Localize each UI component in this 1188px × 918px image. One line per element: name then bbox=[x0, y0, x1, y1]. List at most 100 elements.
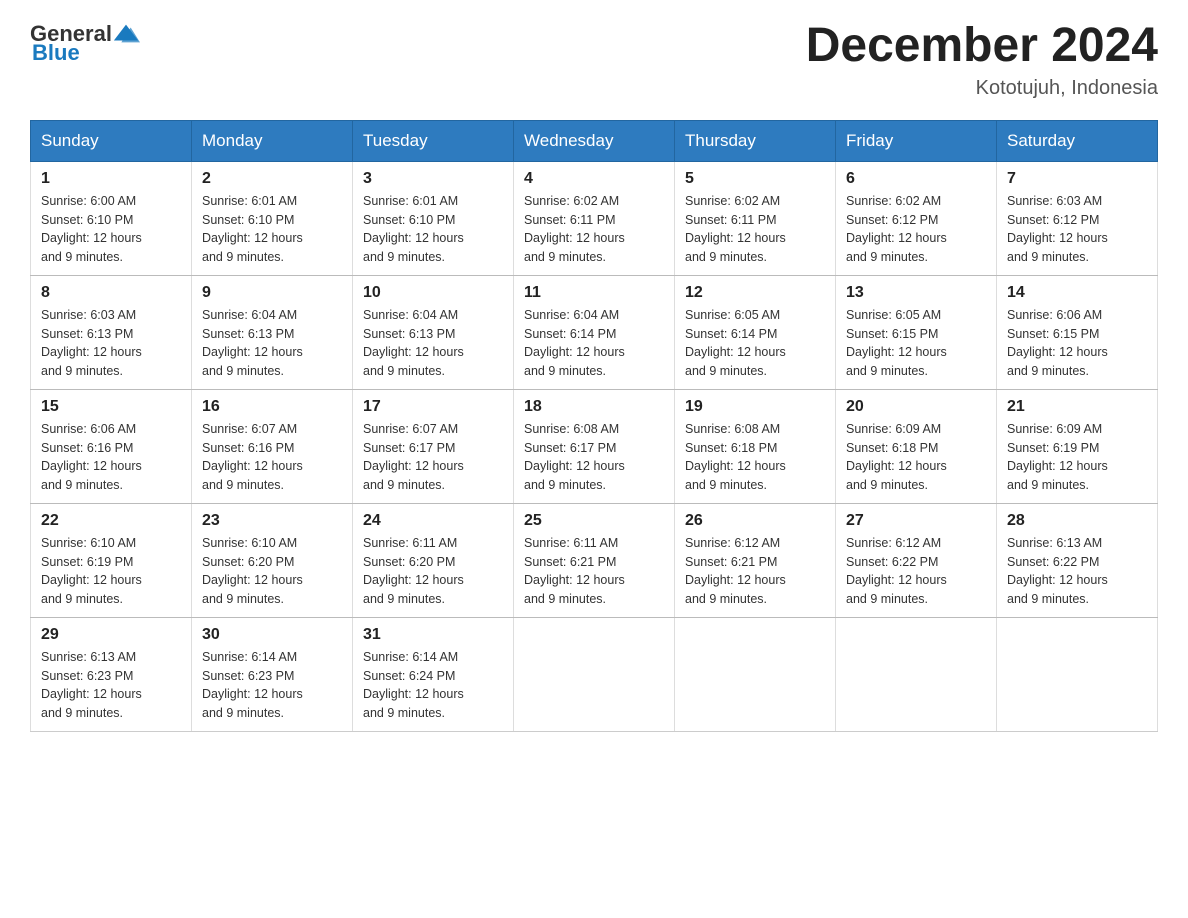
day-info: Sunrise: 6:08 AM Sunset: 6:18 PM Dayligh… bbox=[685, 420, 825, 495]
column-header-saturday: Saturday bbox=[997, 120, 1158, 161]
calendar-header-row: SundayMondayTuesdayWednesdayThursdayFrid… bbox=[31, 120, 1158, 161]
day-number: 5 bbox=[685, 170, 825, 188]
day-info: Sunrise: 6:07 AM Sunset: 6:16 PM Dayligh… bbox=[202, 420, 342, 495]
day-number: 17 bbox=[363, 398, 503, 416]
day-info: Sunrise: 6:10 AM Sunset: 6:20 PM Dayligh… bbox=[202, 534, 342, 609]
calendar-cell: 13 Sunrise: 6:05 AM Sunset: 6:15 PM Dayl… bbox=[836, 275, 997, 389]
day-number: 26 bbox=[685, 512, 825, 530]
day-info: Sunrise: 6:04 AM Sunset: 6:13 PM Dayligh… bbox=[202, 306, 342, 381]
calendar-cell: 23 Sunrise: 6:10 AM Sunset: 6:20 PM Dayl… bbox=[192, 503, 353, 617]
day-number: 30 bbox=[202, 626, 342, 644]
calendar-cell: 12 Sunrise: 6:05 AM Sunset: 6:14 PM Dayl… bbox=[675, 275, 836, 389]
day-number: 14 bbox=[1007, 284, 1147, 302]
day-info: Sunrise: 6:09 AM Sunset: 6:19 PM Dayligh… bbox=[1007, 420, 1147, 495]
day-number: 16 bbox=[202, 398, 342, 416]
day-number: 3 bbox=[363, 170, 503, 188]
calendar-table: SundayMondayTuesdayWednesdayThursdayFrid… bbox=[30, 120, 1158, 732]
title-section: December 2024 Kototujuh, Indonesia bbox=[806, 20, 1158, 100]
day-info: Sunrise: 6:09 AM Sunset: 6:18 PM Dayligh… bbox=[846, 420, 986, 495]
day-info: Sunrise: 6:13 AM Sunset: 6:22 PM Dayligh… bbox=[1007, 534, 1147, 609]
day-info: Sunrise: 6:03 AM Sunset: 6:13 PM Dayligh… bbox=[41, 306, 181, 381]
logo: General Blue bbox=[30, 20, 140, 66]
calendar-cell: 18 Sunrise: 6:08 AM Sunset: 6:17 PM Dayl… bbox=[514, 389, 675, 503]
calendar-cell: 15 Sunrise: 6:06 AM Sunset: 6:16 PM Dayl… bbox=[31, 389, 192, 503]
day-number: 22 bbox=[41, 512, 181, 530]
calendar-cell: 5 Sunrise: 6:02 AM Sunset: 6:11 PM Dayli… bbox=[675, 161, 836, 275]
day-info: Sunrise: 6:01 AM Sunset: 6:10 PM Dayligh… bbox=[363, 192, 503, 267]
day-number: 24 bbox=[363, 512, 503, 530]
day-info: Sunrise: 6:00 AM Sunset: 6:10 PM Dayligh… bbox=[41, 192, 181, 267]
calendar-cell: 16 Sunrise: 6:07 AM Sunset: 6:16 PM Dayl… bbox=[192, 389, 353, 503]
day-info: Sunrise: 6:01 AM Sunset: 6:10 PM Dayligh… bbox=[202, 192, 342, 267]
calendar-cell: 31 Sunrise: 6:14 AM Sunset: 6:24 PM Dayl… bbox=[353, 617, 514, 731]
calendar-week-1: 1 Sunrise: 6:00 AM Sunset: 6:10 PM Dayli… bbox=[31, 161, 1158, 275]
day-number: 13 bbox=[846, 284, 986, 302]
calendar-cell: 4 Sunrise: 6:02 AM Sunset: 6:11 PM Dayli… bbox=[514, 161, 675, 275]
calendar-cell: 22 Sunrise: 6:10 AM Sunset: 6:19 PM Dayl… bbox=[31, 503, 192, 617]
column-header-wednesday: Wednesday bbox=[514, 120, 675, 161]
day-info: Sunrise: 6:07 AM Sunset: 6:17 PM Dayligh… bbox=[363, 420, 503, 495]
calendar-cell: 3 Sunrise: 6:01 AM Sunset: 6:10 PM Dayli… bbox=[353, 161, 514, 275]
day-info: Sunrise: 6:02 AM Sunset: 6:11 PM Dayligh… bbox=[524, 192, 664, 267]
logo-blue-text: Blue bbox=[32, 40, 80, 66]
day-info: Sunrise: 6:11 AM Sunset: 6:20 PM Dayligh… bbox=[363, 534, 503, 609]
calendar-week-5: 29 Sunrise: 6:13 AM Sunset: 6:23 PM Dayl… bbox=[31, 617, 1158, 731]
day-number: 21 bbox=[1007, 398, 1147, 416]
day-info: Sunrise: 6:14 AM Sunset: 6:23 PM Dayligh… bbox=[202, 648, 342, 723]
calendar-cell bbox=[514, 617, 675, 731]
day-info: Sunrise: 6:05 AM Sunset: 6:15 PM Dayligh… bbox=[846, 306, 986, 381]
day-info: Sunrise: 6:04 AM Sunset: 6:13 PM Dayligh… bbox=[363, 306, 503, 381]
calendar-cell: 14 Sunrise: 6:06 AM Sunset: 6:15 PM Dayl… bbox=[997, 275, 1158, 389]
day-info: Sunrise: 6:06 AM Sunset: 6:15 PM Dayligh… bbox=[1007, 306, 1147, 381]
page-header: General Blue December 2024 Kototujuh, In… bbox=[30, 20, 1158, 100]
day-number: 15 bbox=[41, 398, 181, 416]
calendar-cell: 8 Sunrise: 6:03 AM Sunset: 6:13 PM Dayli… bbox=[31, 275, 192, 389]
calendar-cell: 30 Sunrise: 6:14 AM Sunset: 6:23 PM Dayl… bbox=[192, 617, 353, 731]
day-number: 6 bbox=[846, 170, 986, 188]
calendar-week-3: 15 Sunrise: 6:06 AM Sunset: 6:16 PM Dayl… bbox=[31, 389, 1158, 503]
day-number: 18 bbox=[524, 398, 664, 416]
day-info: Sunrise: 6:12 AM Sunset: 6:22 PM Dayligh… bbox=[846, 534, 986, 609]
calendar-week-4: 22 Sunrise: 6:10 AM Sunset: 6:19 PM Dayl… bbox=[31, 503, 1158, 617]
day-info: Sunrise: 6:11 AM Sunset: 6:21 PM Dayligh… bbox=[524, 534, 664, 609]
calendar-cell bbox=[836, 617, 997, 731]
day-number: 25 bbox=[524, 512, 664, 530]
calendar-cell bbox=[675, 617, 836, 731]
day-number: 19 bbox=[685, 398, 825, 416]
day-info: Sunrise: 6:12 AM Sunset: 6:21 PM Dayligh… bbox=[685, 534, 825, 609]
day-info: Sunrise: 6:10 AM Sunset: 6:19 PM Dayligh… bbox=[41, 534, 181, 609]
day-number: 27 bbox=[846, 512, 986, 530]
calendar-cell: 20 Sunrise: 6:09 AM Sunset: 6:18 PM Dayl… bbox=[836, 389, 997, 503]
day-info: Sunrise: 6:02 AM Sunset: 6:12 PM Dayligh… bbox=[846, 192, 986, 267]
day-number: 1 bbox=[41, 170, 181, 188]
day-number: 7 bbox=[1007, 170, 1147, 188]
day-number: 11 bbox=[524, 284, 664, 302]
day-number: 12 bbox=[685, 284, 825, 302]
calendar-cell: 29 Sunrise: 6:13 AM Sunset: 6:23 PM Dayl… bbox=[31, 617, 192, 731]
day-number: 28 bbox=[1007, 512, 1147, 530]
calendar-cell: 2 Sunrise: 6:01 AM Sunset: 6:10 PM Dayli… bbox=[192, 161, 353, 275]
day-number: 4 bbox=[524, 170, 664, 188]
day-info: Sunrise: 6:06 AM Sunset: 6:16 PM Dayligh… bbox=[41, 420, 181, 495]
calendar-cell: 25 Sunrise: 6:11 AM Sunset: 6:21 PM Dayl… bbox=[514, 503, 675, 617]
calendar-cell: 7 Sunrise: 6:03 AM Sunset: 6:12 PM Dayli… bbox=[997, 161, 1158, 275]
day-number: 10 bbox=[363, 284, 503, 302]
day-number: 2 bbox=[202, 170, 342, 188]
day-info: Sunrise: 6:02 AM Sunset: 6:11 PM Dayligh… bbox=[685, 192, 825, 267]
calendar-cell: 19 Sunrise: 6:08 AM Sunset: 6:18 PM Dayl… bbox=[675, 389, 836, 503]
calendar-cell: 11 Sunrise: 6:04 AM Sunset: 6:14 PM Dayl… bbox=[514, 275, 675, 389]
day-info: Sunrise: 6:05 AM Sunset: 6:14 PM Dayligh… bbox=[685, 306, 825, 381]
day-info: Sunrise: 6:14 AM Sunset: 6:24 PM Dayligh… bbox=[363, 648, 503, 723]
column-header-monday: Monday bbox=[192, 120, 353, 161]
month-title: December 2024 bbox=[806, 20, 1158, 73]
calendar-cell: 9 Sunrise: 6:04 AM Sunset: 6:13 PM Dayli… bbox=[192, 275, 353, 389]
day-number: 31 bbox=[363, 626, 503, 644]
calendar-cell: 6 Sunrise: 6:02 AM Sunset: 6:12 PM Dayli… bbox=[836, 161, 997, 275]
column-header-tuesday: Tuesday bbox=[353, 120, 514, 161]
day-info: Sunrise: 6:13 AM Sunset: 6:23 PM Dayligh… bbox=[41, 648, 181, 723]
logo-icon bbox=[112, 20, 140, 48]
calendar-cell bbox=[997, 617, 1158, 731]
column-header-thursday: Thursday bbox=[675, 120, 836, 161]
calendar-cell: 1 Sunrise: 6:00 AM Sunset: 6:10 PM Dayli… bbox=[31, 161, 192, 275]
day-info: Sunrise: 6:03 AM Sunset: 6:12 PM Dayligh… bbox=[1007, 192, 1147, 267]
